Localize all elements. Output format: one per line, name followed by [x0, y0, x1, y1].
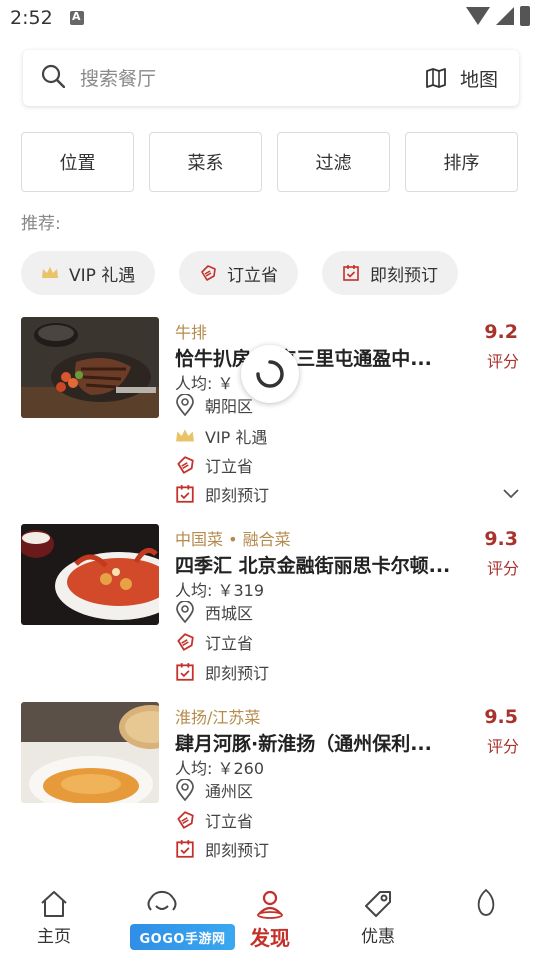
perk-instant-booking-row: 即刻预订: [175, 482, 269, 506]
watermark-logo: GOGO手游网: [130, 924, 235, 950]
restaurant-category: 淮扬/江苏菜: [175, 708, 261, 727]
perk-label: 订立省: [205, 457, 254, 476]
restaurant-score-label: 评分: [486, 737, 519, 756]
perk-vip-row: VIP 礼遇: [175, 424, 267, 448]
perk-instant-booking-row: 即刻预订: [175, 660, 269, 684]
wifi-icon: [466, 7, 490, 25]
restaurant-district: 通州区: [205, 782, 254, 801]
perk-label: VIP 礼遇: [205, 428, 268, 447]
restaurant-name[interactable]: 肆月河豚·新淮扬（通州保利...: [175, 729, 465, 756]
filter-filter-button[interactable]: 过滤: [277, 132, 390, 192]
nav-label: 优惠: [361, 927, 395, 947]
chevron-down-icon[interactable]: [502, 484, 520, 502]
restaurant-district-row: 通州区: [175, 778, 253, 802]
restaurant-score-label: 评分: [486, 352, 519, 371]
nav-home[interactable]: 主页: [14, 888, 94, 947]
spinner-icon: [256, 360, 284, 388]
restaurant-name[interactable]: 四季汇 北京金融街丽思卡尔顿...: [175, 551, 465, 578]
map-button[interactable]: 地图: [460, 65, 498, 92]
filter-location-button[interactable]: 位置: [21, 132, 134, 192]
status-bar: 2:52: [0, 0, 540, 36]
filter-cuisine-button[interactable]: 菜系: [149, 132, 262, 192]
calendar-check-icon: [176, 840, 194, 858]
tag-icon: [177, 811, 194, 829]
perk-label: 订立省: [205, 634, 254, 653]
nav-discover[interactable]: 发现: [230, 888, 310, 951]
search-input[interactable]: 搜索餐厅: [80, 64, 156, 91]
perk-label: 订立省: [205, 812, 254, 831]
perk-instant-booking-row: 即刻预订: [175, 837, 269, 861]
location-pin-icon: [176, 601, 194, 623]
person-pin-icon: [257, 890, 283, 919]
location-pin-icon: [176, 779, 194, 801]
home-icon: [41, 891, 67, 917]
tag-icon: [201, 265, 216, 281]
map-icon[interactable]: [425, 67, 447, 89]
restaurant-district-row: 朝阳区: [175, 393, 253, 417]
restaurant-district-row: 西城区: [175, 600, 253, 624]
restaurant-photo-lobster: [21, 524, 159, 625]
bottom-nav: 主页 动态 发现 优惠: [0, 880, 540, 960]
leaf-icon: [477, 888, 495, 916]
restaurant-score: 9.3: [484, 528, 518, 550]
restaurant-category: 牛排: [175, 323, 208, 342]
nav-deals[interactable]: 优惠: [338, 888, 418, 947]
chip-label: VIP 礼遇: [69, 265, 136, 286]
filter-sort-button[interactable]: 排序: [405, 132, 518, 192]
tag-icon: [365, 891, 391, 917]
chip-instant-booking[interactable]: 即刻预订: [322, 251, 458, 295]
restaurant-score: 9.5: [484, 706, 518, 728]
crown-icon: [176, 429, 194, 442]
smile-face-icon: [147, 891, 177, 911]
nav-label: 主页: [37, 927, 71, 947]
crown-icon: [42, 267, 58, 278]
calendar-check-icon: [176, 663, 194, 681]
restaurant-photo-soup: [21, 702, 159, 803]
restaurant-price: 人均: ￥319: [175, 581, 265, 600]
restaurant-name[interactable]: 恰牛扒房·北京三里屯通盈中...: [175, 344, 465, 371]
nav-label: 发现: [250, 926, 290, 950]
chip-label: 即刻预订: [370, 265, 438, 286]
perk-ding-li-sheng-row: 订立省: [175, 453, 253, 477]
nav-more[interactable]: [446, 888, 526, 920]
perk-ding-li-sheng-row: 订立省: [175, 630, 253, 654]
restaurant-district: 朝阳区: [205, 397, 254, 416]
perk-ding-li-sheng-row: 订立省: [175, 808, 253, 832]
tag-icon: [177, 456, 194, 474]
status-time: 2:52: [10, 7, 53, 29]
restaurant-category: 中国菜 • 融合菜: [175, 530, 291, 549]
tag-icon: [177, 633, 194, 651]
location-pin-icon: [176, 394, 194, 416]
restaurant-score-label: 评分: [486, 559, 519, 578]
restaurant-price: 人均: ￥260: [175, 759, 265, 778]
search-bar[interactable]: 搜索餐厅 地图: [23, 50, 519, 106]
restaurant-district: 西城区: [205, 604, 254, 623]
signal-icon: [496, 7, 514, 25]
calendar-check-icon: [176, 485, 194, 503]
search-icon: [41, 64, 65, 88]
recommend-label: 推荐:: [21, 214, 61, 234]
perk-label: 即刻预订: [205, 841, 270, 860]
chip-vip[interactable]: VIP 礼遇: [21, 251, 156, 295]
perk-label: 即刻预订: [205, 486, 270, 505]
calendar-check-icon: [343, 265, 359, 281]
restaurant-photo-steak: [21, 317, 159, 418]
chip-ding-li-sheng[interactable]: 订立省: [179, 251, 298, 295]
battery-icon: [520, 6, 530, 26]
notification-a-icon: [70, 10, 84, 25]
perk-label: 即刻预订: [205, 664, 270, 683]
loading-spinner: [241, 345, 299, 403]
chip-label: 订立省: [227, 265, 278, 286]
restaurant-price: 人均: ￥: [175, 374, 234, 393]
status-icons: [466, 6, 530, 26]
restaurant-score: 9.2: [484, 321, 518, 343]
